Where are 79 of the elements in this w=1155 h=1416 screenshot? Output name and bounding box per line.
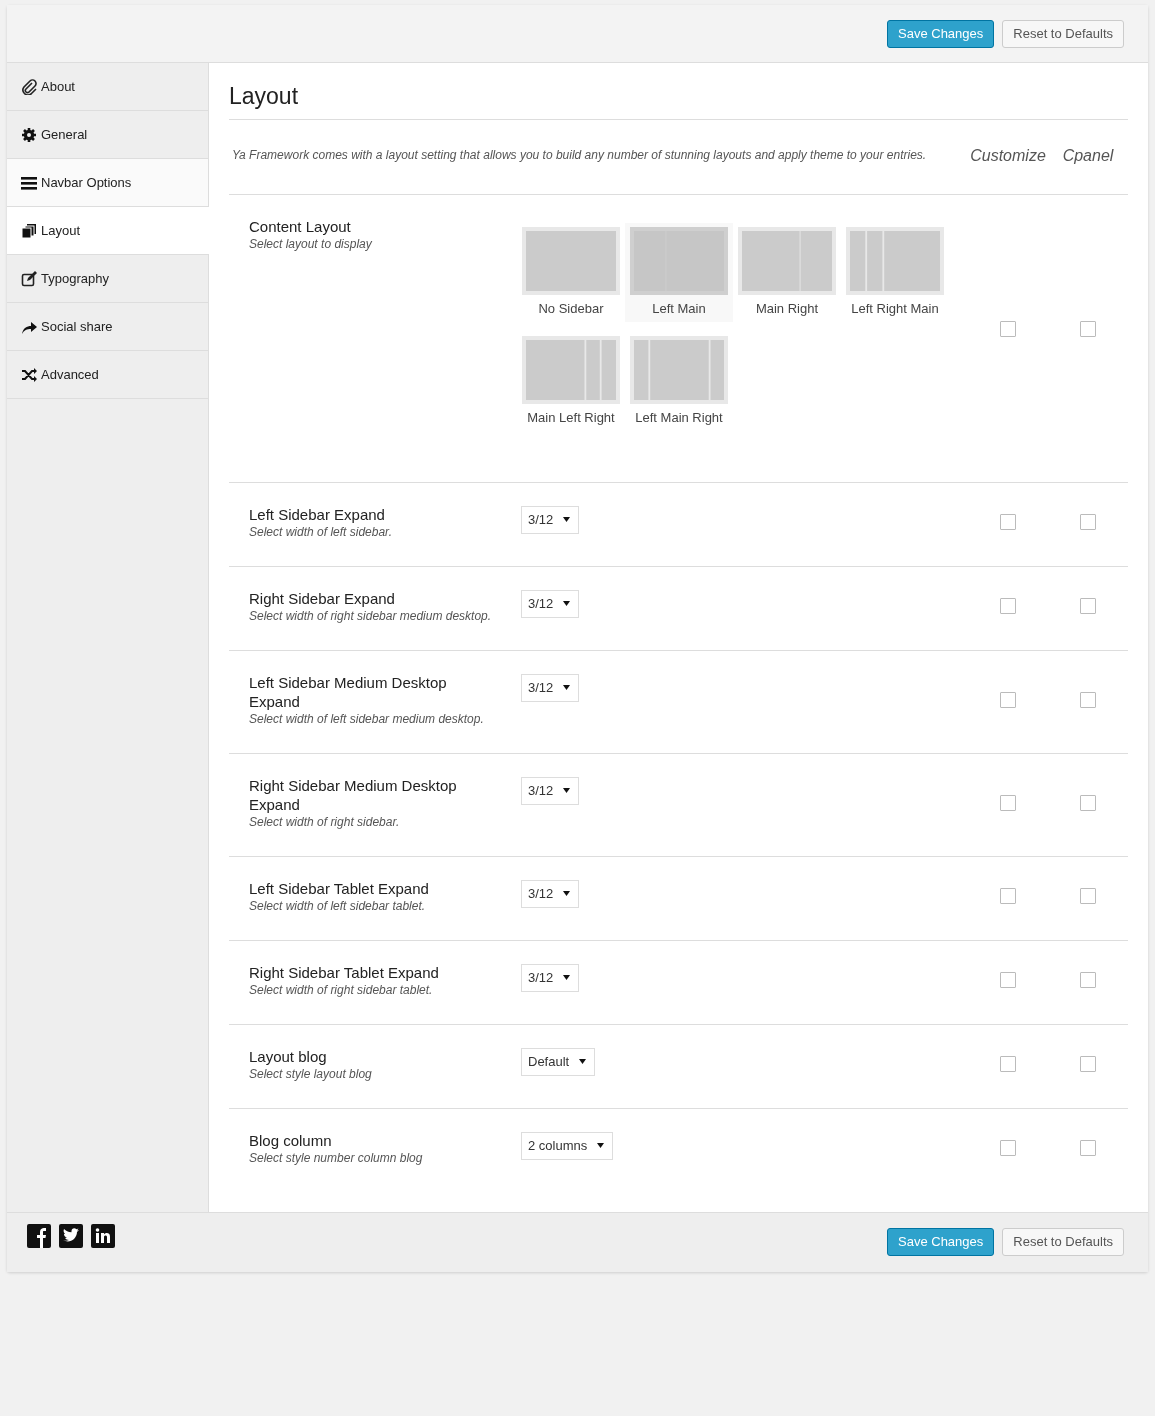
bird-icon[interactable] [59, 1224, 83, 1249]
checkbox[interactable] [1080, 598, 1096, 615]
option-description: Select width of right sidebar medium desktop. [249, 607, 493, 624]
intro-text: Ya Framework comes with a layout setting that allows you to build any number of stunning layouts and apply theme to your entries. [232, 147, 928, 165]
sidebar-item[interactable]: Navbar Options [7, 159, 208, 207]
menu-icon [21, 174, 37, 191]
layout-option[interactable]: Main Right [733, 222, 841, 323]
option-description: Select layout to display [249, 235, 373, 252]
checkbox[interactable] [1000, 888, 1016, 905]
checkbox[interactable] [1080, 1056, 1096, 1073]
option-description: Select style number column blog [249, 1149, 424, 1166]
checkbox[interactable] [1000, 972, 1016, 989]
layout-option[interactable]: Left Main Right [625, 332, 733, 432]
option-description: Select width of right sidebar. [249, 813, 401, 830]
sidebar-item[interactable]: Typography [7, 255, 208, 303]
caret-icon [597, 1143, 605, 1149]
checkbox[interactable] [1080, 888, 1096, 905]
checkbox[interactable] [1000, 598, 1016, 615]
option-title: Left Sidebar Expand [249, 504, 386, 524]
option-description: Select style layout blog [249, 1065, 373, 1082]
sidebar-item[interactable]: About [7, 63, 208, 111]
column-header: Customize [969, 145, 1047, 166]
edit-icon [21, 270, 37, 287]
checkbox[interactable] [1000, 514, 1016, 531]
dropdown[interactable]: 3/12 [521, 673, 580, 702]
option-title: Content Layout [249, 216, 352, 236]
option-title: Layout blog [249, 1046, 328, 1066]
option-title: Left Sidebar Tablet Expand [249, 878, 430, 898]
layout-option[interactable]: No Sidebar [517, 222, 625, 323]
checkbox[interactable] [1080, 514, 1096, 531]
dropdown[interactable]: 3/12 [521, 963, 580, 992]
shuffle-icon [21, 366, 37, 383]
option-description: Select width of left sidebar medium desktop. [249, 710, 485, 727]
paperclip-icon [21, 78, 37, 95]
checkbox[interactable] [1000, 1056, 1016, 1073]
caret-icon [563, 601, 571, 607]
option-title: Right Sidebar Expand [249, 588, 396, 608]
checkbox[interactable] [1080, 794, 1096, 811]
linkedin-icon[interactable] [91, 1224, 115, 1249]
checkbox[interactable] [1000, 321, 1016, 338]
gear-icon [21, 126, 37, 143]
option-title: Left Sidebar Medium Desktop Expand [249, 672, 448, 711]
sidebar-item[interactable]: Social share [7, 303, 208, 351]
dropdown[interactable]: Default [521, 1047, 596, 1076]
dropdown[interactable]: 2 columns [521, 1131, 614, 1160]
checkbox[interactable] [1000, 691, 1016, 708]
checkbox[interactable] [1000, 794, 1016, 811]
dropdown[interactable]: 3/12 [521, 589, 580, 618]
checkbox[interactable] [1080, 321, 1096, 338]
option-description: Select width of right sidebar tablet. [249, 981, 434, 998]
dropdown[interactable]: 3/12 [521, 505, 580, 534]
option-title: Right Sidebar Tablet Expand [249, 962, 440, 982]
facebook-icon[interactable] [27, 1224, 51, 1249]
option-title: Blog column [249, 1130, 333, 1150]
section-title: Layout [229, 79, 1128, 120]
dropdown[interactable]: 3/12 [521, 879, 580, 908]
sidebar-item[interactable]: Layout [7, 207, 209, 255]
option-title: Right Sidebar Medium Desktop Expand [249, 775, 458, 814]
checkbox[interactable] [1080, 1140, 1096, 1157]
option-description: Select width of left sidebar. [249, 523, 393, 540]
column-header: Cpanel [1061, 145, 1115, 166]
sidebar-item[interactable]: Advanced [7, 351, 208, 399]
caret-icon [563, 517, 571, 523]
reset-button[interactable]: Reset to Defaults [1002, 19, 1124, 48]
caret-icon [563, 975, 571, 981]
checkbox[interactable] [1000, 1140, 1016, 1157]
checkbox[interactable] [1080, 691, 1096, 708]
copy-icon [21, 222, 37, 239]
checkbox[interactable] [1080, 972, 1096, 989]
caret-icon [563, 685, 571, 691]
layout-option[interactable]: Main Left Right [517, 332, 625, 432]
option-description: Select width of left sidebar tablet. [249, 897, 427, 914]
layout-option[interactable]: Left Main [625, 222, 733, 323]
reset-button[interactable]: Reset to Defaults [1002, 1228, 1124, 1257]
caret-icon [579, 1059, 587, 1065]
layout-option[interactable]: Left Right Main [841, 222, 949, 323]
dropdown[interactable]: 3/12 [521, 776, 580, 805]
caret-icon [563, 788, 571, 794]
caret-icon [563, 891, 571, 897]
